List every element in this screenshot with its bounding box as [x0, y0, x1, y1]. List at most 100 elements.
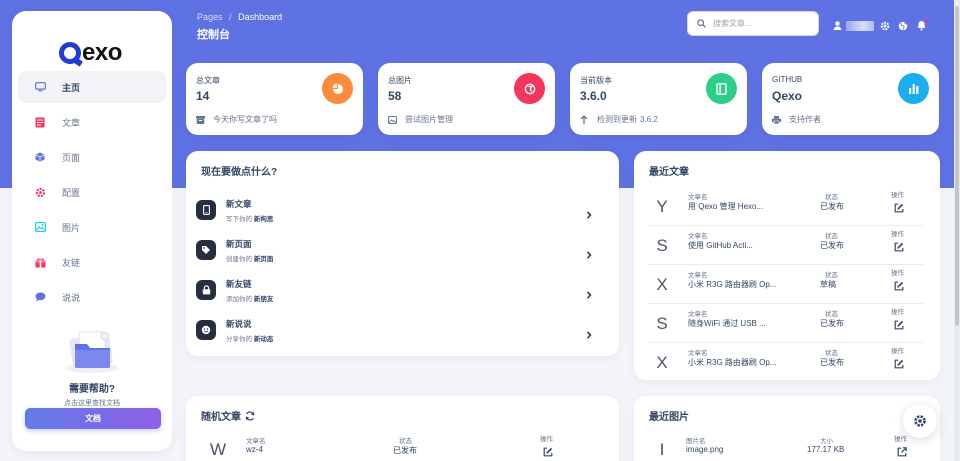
image-icon: [34, 221, 46, 233]
post-name: 小米 R3G 路由器刷 Op...: [688, 358, 777, 367]
stat-value[interactable]: Qexo: [772, 89, 802, 103]
bell-icon[interactable]: [916, 18, 928, 36]
recent-images-card: 最近图片 I 图片名 image.png 大小 177.17 KB 操作: [634, 396, 940, 461]
gear-icon: [913, 414, 927, 428]
stat-footer-text[interactable]: 支持作者: [789, 114, 821, 125]
sidebar-item-posts[interactable]: 文章: [18, 106, 166, 138]
edit-icon[interactable]: [894, 278, 904, 296]
todo-item-new-post[interactable]: 新文章 写下你的 新构思: [196, 197, 606, 223]
sidebar-item-talks[interactable]: 说说: [18, 281, 166, 313]
column-header-action: 操作: [891, 348, 904, 355]
sidebar-item-label: 友链: [62, 257, 81, 268]
recent-posts-title: 最近文章: [649, 167, 689, 178]
search-box[interactable]: [687, 11, 819, 36]
todo-item-new-page[interactable]: 新页面 创建你的 新页面: [196, 237, 606, 263]
column-header-name: 文章名: [688, 350, 708, 357]
stat-card-github: GITHUB Qexo 支持作者: [762, 63, 939, 135]
todo-card: 现在要做点什么? 新文章 写下你的 新构思 新页面 创建你的 新页面 新友链 添…: [186, 151, 619, 356]
stat-value: 14: [196, 89, 210, 103]
sidebar-item-config[interactable]: 配置: [18, 176, 166, 208]
post-name: 小米 R3G 路由器刷 Op...: [688, 280, 777, 289]
docs-button[interactable]: 文档: [25, 408, 161, 429]
breadcrumb: Pages / Dashboard: [197, 12, 282, 22]
todo-item-title: 新说说: [226, 318, 252, 329]
smile-icon: [196, 320, 216, 340]
column-header-status: 状态: [825, 233, 838, 240]
post-status: 已发布: [393, 446, 417, 455]
sidebar-item-home[interactable]: 主页: [18, 71, 166, 103]
floating-settings-button[interactable]: [903, 404, 937, 438]
book-icon: [34, 116, 46, 128]
stat-footer: 今天你写文章了吗: [196, 114, 277, 125]
breadcrumb-root[interactable]: Pages: [197, 12, 223, 22]
book-icon: [706, 73, 737, 104]
stat-footer-text: 检测到更新: [597, 115, 637, 124]
logo-text: exo: [82, 39, 122, 66]
todo-item-subtitle: 创建你的 新页面: [226, 255, 274, 263]
column-header-action: 操作: [891, 309, 904, 316]
logo[interactable]: exo: [59, 39, 122, 67]
edit-icon[interactable]: [543, 444, 553, 461]
stat-label: 总文章: [196, 76, 220, 85]
column-header-status: 状态: [825, 311, 838, 318]
edit-icon[interactable]: [894, 239, 904, 257]
breadcrumb-current: Dashboard: [238, 12, 283, 22]
sidebar-item-friends[interactable]: 友链: [18, 246, 166, 278]
tag-icon: [196, 240, 216, 260]
post-status: 已发布: [820, 319, 844, 328]
cube-icon: [34, 151, 46, 163]
sidebar: exo 主页 文章 页面 配置 图片 友链 说说 需要帮助? 点击这里查找文档 …: [12, 11, 172, 451]
stat-card-version: 当前版本 3.6.0 检测到更新 3.6.2: [570, 63, 747, 135]
table-row[interactable]: X 文章名 小米 R3G 路由器刷 Op... 状态 已发布 操作: [648, 345, 923, 382]
help-subtitle: 点击这里查找文档: [64, 400, 120, 407]
todo-item-new-friend[interactable]: 新友链 添加你的 新朋友: [196, 277, 606, 303]
table-row[interactable]: X 文章名 小米 R3G 路由器刷 Op... 状态 草稿 操作: [648, 267, 923, 304]
stat-footer-text[interactable]: 尝试图片管理: [405, 114, 453, 125]
table-row[interactable]: S 文章名 使用 GitHub Acti... 状态 已发布 操作: [648, 228, 923, 265]
pie-chart-icon: [322, 73, 353, 104]
user-menu[interactable]: [833, 17, 874, 35]
globe-icon[interactable]: [898, 18, 908, 36]
post-initial: X: [656, 353, 668, 372]
table-row[interactable]: S 文章名 随身WiFi 通过 USB ... 状态 已发布 操作: [648, 306, 923, 343]
todo-item-title: 新页面: [226, 238, 252, 249]
help-title: 需要帮助?: [68, 384, 116, 395]
post-status: 草稿: [820, 280, 836, 289]
column-header-name: 图片名: [686, 438, 706, 445]
user-icon: [833, 17, 842, 35]
edit-icon[interactable]: [894, 200, 904, 218]
edit-icon[interactable]: [894, 356, 904, 374]
sidebar-nav: 主页 文章 页面 配置 图片 友链 说说: [18, 71, 166, 316]
external-link-icon[interactable]: [897, 444, 907, 461]
table-row[interactable]: I 图片名 image.png 大小 177.17 KB 操作: [648, 432, 923, 461]
todo-item-new-talk[interactable]: 新说说 分享你的 新动态: [196, 317, 606, 343]
table-row[interactable]: Y 文章名用 Qexo 管理 Hexo... 状态 已发布 操作: [648, 189, 923, 226]
table-row[interactable]: W 文章名 wz-4 状态 已发布 操作: [200, 432, 605, 461]
todo-item-subtitle: 写下你的 新构思: [226, 215, 274, 223]
stat-footer: 支持作者: [772, 114, 821, 125]
scrollbar[interactable]: [954, 0, 960, 461]
update-version-link[interactable]: 3.6.2: [640, 115, 658, 124]
logo-q-icon: [59, 42, 81, 64]
post-name: 使用 GitHub Acti...: [688, 241, 753, 250]
post-name: 随身WiFi 通过 USB ...: [688, 319, 766, 328]
column-header-name: 文章名: [688, 311, 708, 318]
post-initial: X: [656, 275, 668, 294]
scrollbar-thumb[interactable]: [955, 6, 959, 326]
image-size: 177.17 KB: [807, 445, 845, 454]
stat-label: 总图片: [388, 76, 412, 85]
sidebar-item-label: 配置: [62, 187, 81, 198]
post-initial: W: [210, 440, 227, 459]
bar-chart-icon: [898, 73, 929, 104]
column-header-action: 操作: [891, 270, 904, 277]
search-input[interactable]: [713, 19, 813, 28]
sidebar-item-pages[interactable]: 页面: [18, 141, 166, 173]
chevron-right-icon: [586, 246, 592, 264]
image-circle-icon: [514, 73, 545, 104]
settings-gear-icon[interactable]: [880, 18, 890, 36]
edit-icon[interactable]: [894, 317, 904, 335]
sidebar-item-label: 说说: [62, 292, 81, 303]
breadcrumb-separator: /: [229, 12, 232, 22]
sidebar-item-images[interactable]: 图片: [18, 211, 166, 243]
refresh-icon[interactable]: [245, 410, 255, 421]
